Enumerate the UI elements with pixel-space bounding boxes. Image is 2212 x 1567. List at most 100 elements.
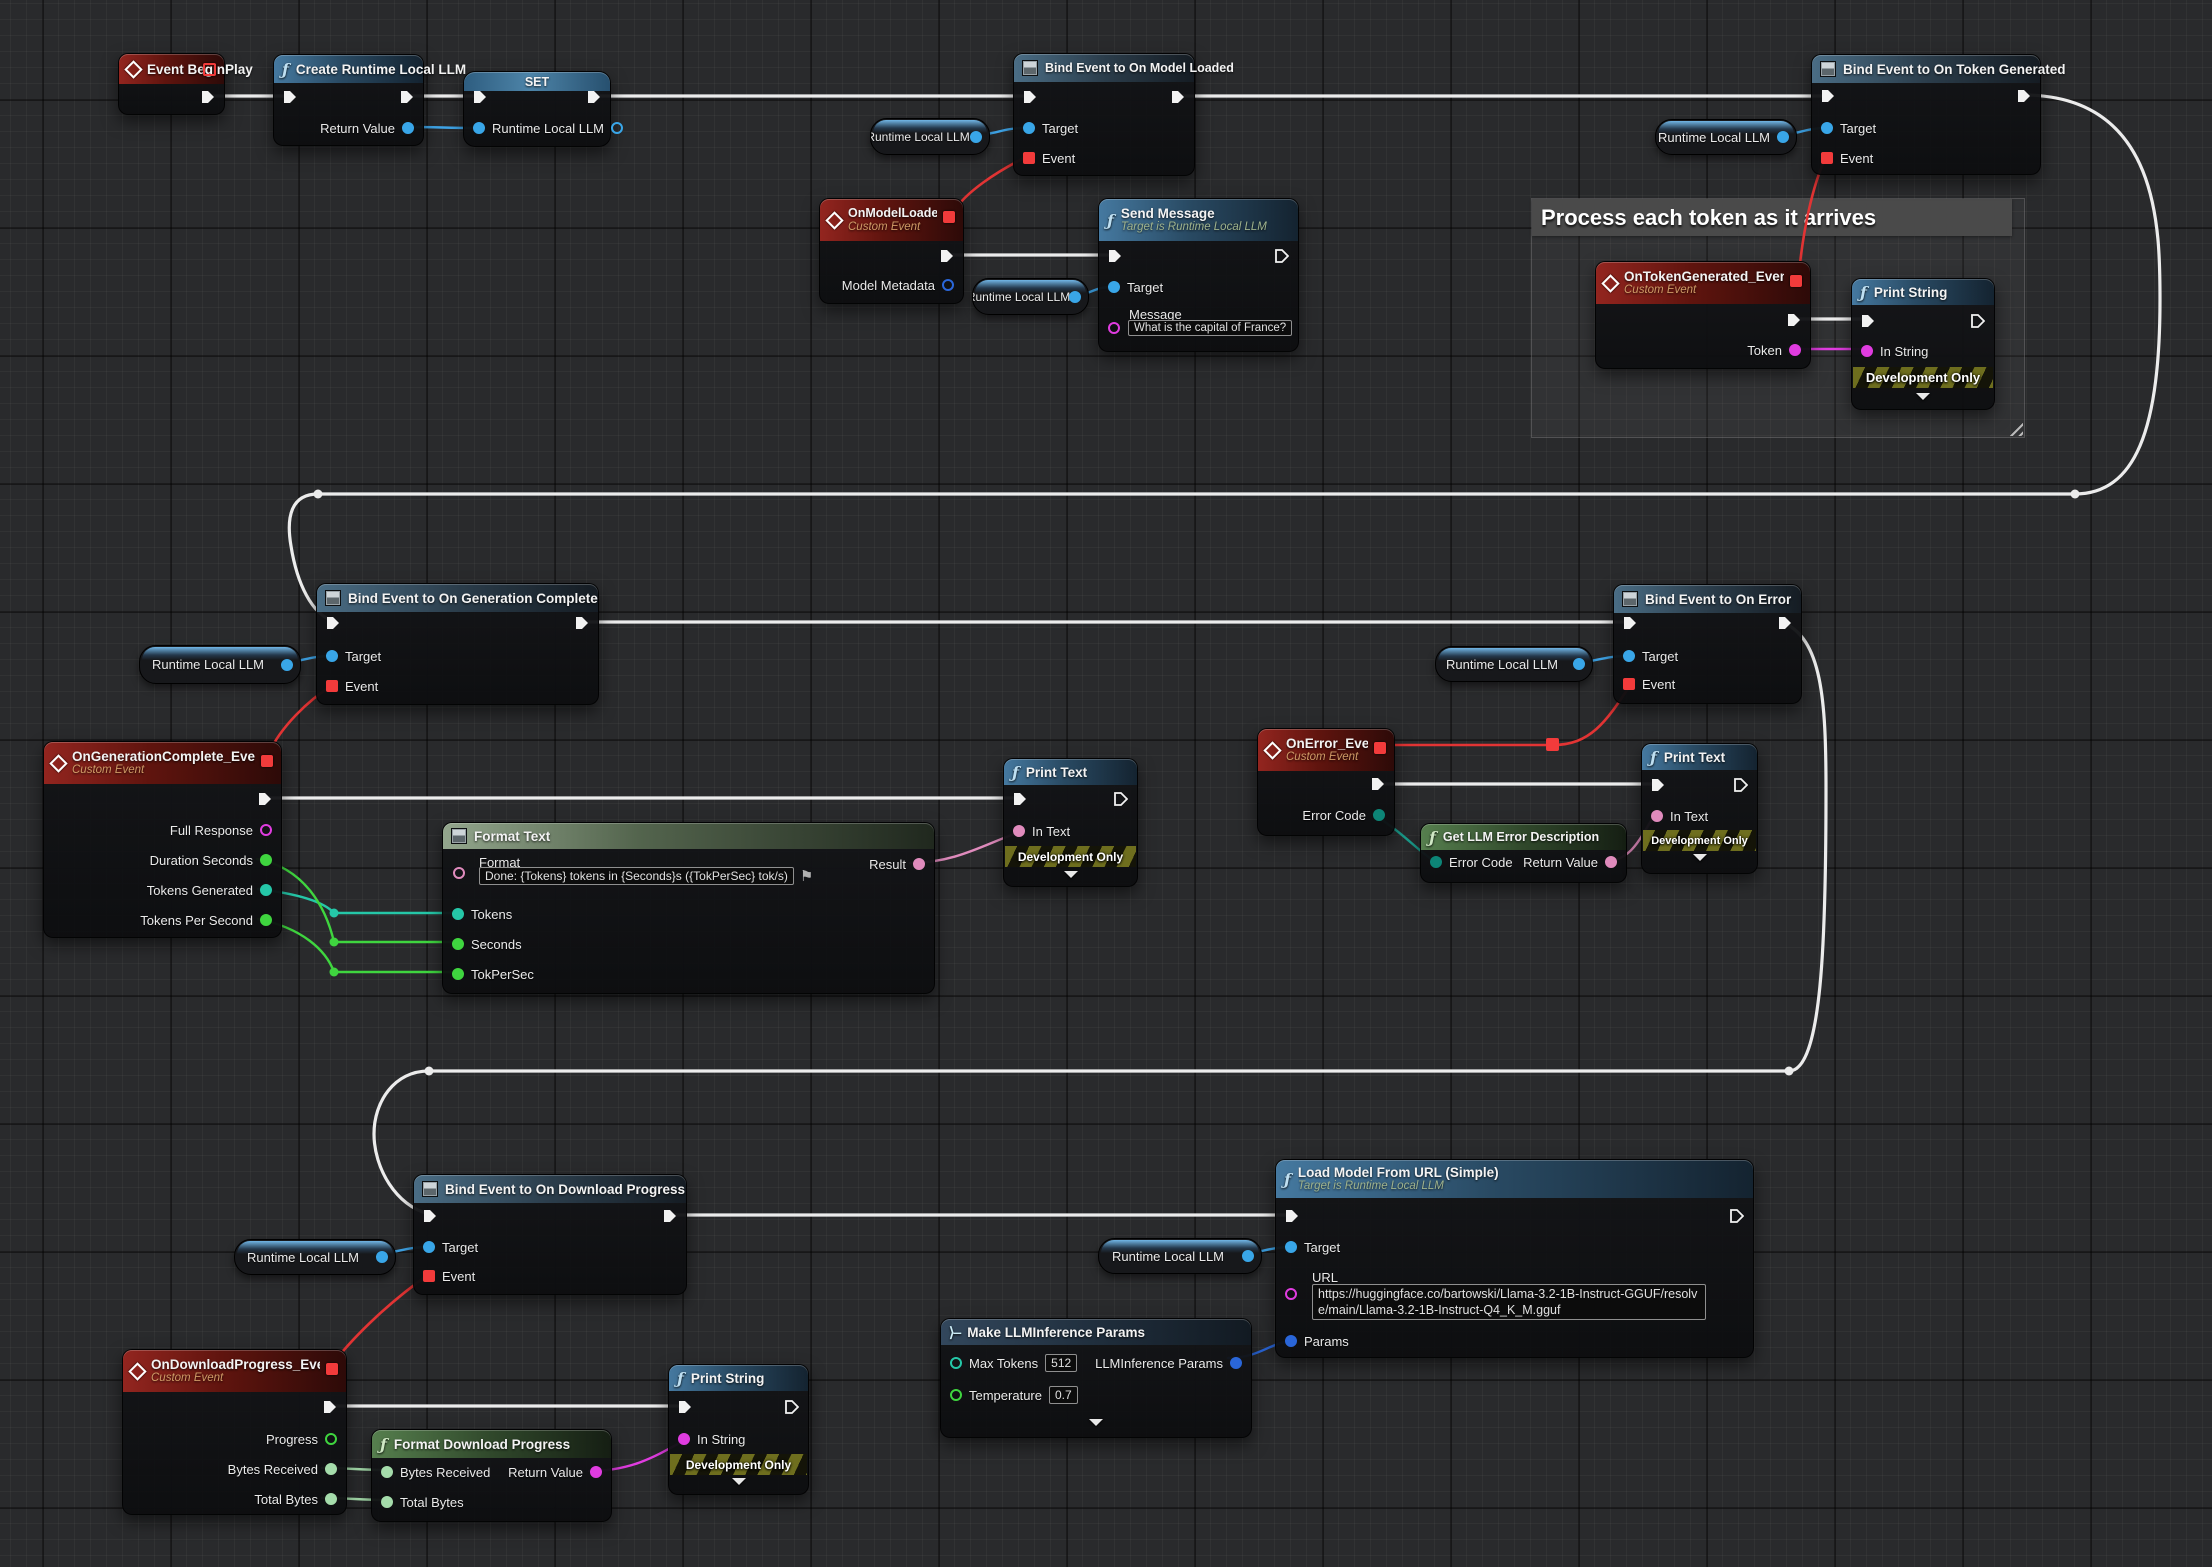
target-pin[interactable]: [423, 1241, 435, 1253]
total-bytes-pin[interactable]: [325, 1493, 337, 1505]
variable-pill-runtime-local-llm[interactable]: Runtime Local LLM: [1435, 646, 1593, 682]
format-pin[interactable]: [453, 867, 465, 879]
node-bind-event-on-token-generated[interactable]: Bind Event to On Token Generated Target …: [1811, 54, 2041, 175]
node-onerror-event[interactable]: OnError_Event Custom Event Error Code: [1257, 728, 1395, 836]
target-pin[interactable]: [1023, 122, 1035, 134]
pill-output-pin[interactable]: [1573, 658, 1585, 670]
variable-pill-runtime-local-llm[interactable]: Runtime Local LLM: [1655, 119, 1797, 155]
variable-pill-runtime-local-llm[interactable]: Runtime Local LLM: [139, 645, 301, 684]
node-ontokengenerated-event[interactable]: OnTokenGenerated_Event Custom Event Toke…: [1595, 261, 1811, 369]
exec-in-pin[interactable]: [1623, 616, 1637, 630]
chevron-down-icon[interactable]: [1693, 854, 1707, 861]
exec-in-pin[interactable]: [1651, 778, 1665, 792]
set-var-in-pin[interactable]: [473, 122, 485, 134]
variable-pill-runtime-local-llm[interactable]: Runtime Local LLM: [870, 118, 990, 155]
node-format-text[interactable]: Format Text Format Done: {Tokens} tokens…: [442, 822, 935, 994]
exec-out-pin[interactable]: [1171, 90, 1185, 104]
max-tokens-pin[interactable]: [950, 1357, 962, 1369]
reroute-node[interactable]: [1785, 1067, 1794, 1076]
in-string-pin[interactable]: [678, 1433, 690, 1445]
duration-seconds-pin[interactable]: [260, 854, 272, 866]
exec-in-pin[interactable]: [1821, 89, 1835, 103]
node-bind-event-on-error[interactable]: Bind Event to On Error Target Event: [1613, 584, 1802, 704]
exec-in-pin[interactable]: [473, 90, 487, 104]
variable-pill-runtime-local-llm[interactable]: Runtime Local LLM: [234, 1239, 396, 1275]
tokens-generated-pin[interactable]: [260, 884, 272, 896]
pill-output-pin[interactable]: [1242, 1250, 1254, 1262]
exec-out-pin[interactable]: [575, 616, 589, 630]
exec-in-pin[interactable]: [1023, 90, 1037, 104]
node-format-download-progress[interactable]: ƒ Format Download Progress Bytes Receive…: [371, 1429, 612, 1522]
exec-out-pin[interactable]: [400, 90, 414, 104]
exec-out-pin[interactable]: [1730, 1209, 1744, 1223]
node-bind-event-on-download-progress[interactable]: Bind Event to On Download Progress Targe…: [413, 1174, 687, 1295]
target-pin[interactable]: [326, 650, 338, 662]
tokpersec-pin[interactable]: [452, 968, 464, 980]
target-pin[interactable]: [1108, 281, 1120, 293]
event-delegate-pin[interactable]: [1821, 152, 1833, 164]
token-pin[interactable]: [1789, 344, 1801, 356]
node-set-runtime-local-llm[interactable]: SET Runtime Local LLM: [463, 71, 611, 147]
bytes-received-pin[interactable]: [325, 1463, 337, 1475]
exec-in-pin[interactable]: [423, 1209, 437, 1223]
error-code-pin[interactable]: [1373, 809, 1385, 821]
node-bind-event-on-model-loaded[interactable]: Bind Event to On Model Loaded Target Eve…: [1013, 53, 1195, 176]
exec-out-pin[interactable]: [1787, 313, 1801, 327]
reroute-node[interactable]: [314, 490, 323, 499]
chevron-down-icon[interactable]: [1916, 393, 1930, 400]
temperature-pin[interactable]: [950, 1389, 962, 1401]
exec-out-pin[interactable]: [785, 1400, 799, 1414]
reroute-node-delegate[interactable]: [1546, 738, 1559, 751]
exec-out-pin[interactable]: [940, 249, 954, 263]
model-metadata-pin[interactable]: [942, 279, 954, 291]
node-event-beginplay[interactable]: Event BeginPlay: [118, 53, 225, 115]
delegate-pin[interactable]: [1374, 742, 1386, 754]
node-onmodelloaded-event[interactable]: OnModelLoaded_Event Custom Event Model M…: [819, 198, 964, 304]
delegate-pin[interactable]: [326, 1363, 338, 1375]
delegate-pin[interactable]: [203, 63, 216, 76]
variable-pill-runtime-local-llm[interactable]: Runtime Local LLM: [1098, 1238, 1262, 1274]
url-input[interactable]: https://huggingface.co/bartowski/Llama-3…: [1312, 1284, 1706, 1320]
result-pin[interactable]: [913, 858, 925, 870]
node-load-model-from-url[interactable]: ƒ Load Model From URL (Simple) Target is…: [1275, 1159, 1754, 1358]
wire-delegate-onerror-binderror[interactable]: [1380, 687, 1629, 745]
delegate-pin[interactable]: [261, 755, 273, 767]
message-pin[interactable]: [1108, 322, 1120, 334]
seconds-pin[interactable]: [452, 938, 464, 950]
exec-out-pin[interactable]: [201, 90, 215, 104]
pill-output-pin[interactable]: [1777, 131, 1789, 143]
llm-inference-params-pin[interactable]: [1230, 1357, 1242, 1369]
exec-out-pin[interactable]: [1114, 792, 1128, 806]
in-string-pin[interactable]: [1861, 345, 1873, 357]
set-var-out-pin[interactable]: [611, 122, 623, 134]
event-delegate-pin[interactable]: [1023, 152, 1035, 164]
exec-in-pin[interactable]: [326, 616, 340, 630]
reroute-node[interactable]: [330, 909, 339, 918]
error-code-pin[interactable]: [1430, 856, 1442, 868]
node-create-runtime-local-llm[interactable]: ƒ Create Runtime Local LLM Return Value: [273, 54, 424, 146]
return-value-pin[interactable]: [1605, 856, 1617, 868]
pill-output-pin[interactable]: [1069, 291, 1081, 303]
target-pin[interactable]: [1623, 650, 1635, 662]
exec-out-pin[interactable]: [258, 792, 272, 806]
tokens-per-second-pin[interactable]: [260, 914, 272, 926]
chevron-down-icon[interactable]: [732, 1478, 746, 1485]
total-bytes-pin[interactable]: [381, 1496, 393, 1508]
exec-out-pin[interactable]: [323, 1400, 337, 1414]
reroute-node[interactable]: [425, 1067, 434, 1076]
node-print-text-done[interactable]: ƒ Print Text In Text Development Only: [1003, 758, 1138, 887]
wire-float-duration-seconds[interactable]: [257, 859, 462, 942]
wire-int-tokensgenerated-tokens[interactable]: [258, 889, 462, 913]
exec-out-pin[interactable]: [1734, 778, 1748, 792]
in-text-pin[interactable]: [1013, 825, 1025, 837]
chevron-down-icon[interactable]: [1089, 1419, 1103, 1426]
return-value-pin[interactable]: [402, 122, 414, 134]
node-print-string-progress[interactable]: ƒ Print String In String Development Onl…: [668, 1364, 809, 1495]
url-pin[interactable]: [1285, 1288, 1297, 1300]
format-input[interactable]: Done: {Tokens} tokens in {Seconds}s ({To…: [479, 867, 794, 885]
max-tokens-input[interactable]: 512: [1045, 1354, 1077, 1372]
event-delegate-pin[interactable]: [423, 1270, 435, 1282]
reroute-node[interactable]: [330, 938, 339, 947]
node-print-string-token[interactable]: ƒ Print String In String Development Onl…: [1851, 278, 1995, 410]
message-input[interactable]: What is the capital of France?: [1128, 320, 1292, 336]
